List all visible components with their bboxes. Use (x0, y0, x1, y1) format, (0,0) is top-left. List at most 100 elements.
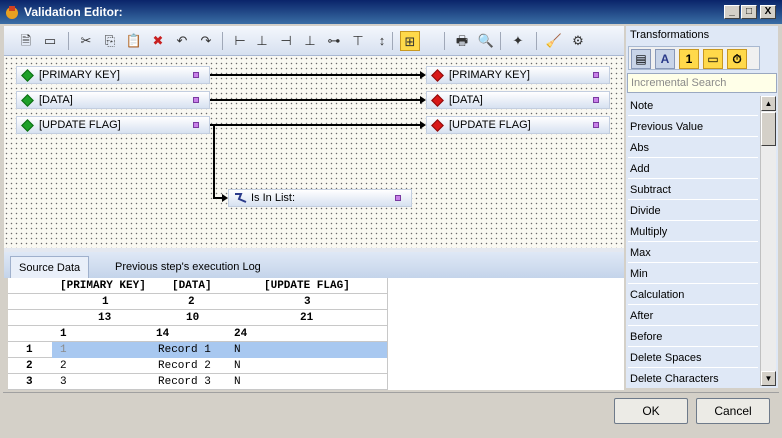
meta-cell: 3 (304, 296, 311, 308)
meta-cell: 13 (98, 312, 112, 324)
meta-cell: 2 (188, 296, 195, 308)
table-row[interactable]: 2 2 Record 2 N (8, 358, 387, 374)
rule-icon (235, 193, 247, 203)
time-transform-icon[interactable]: ⏱ (727, 49, 747, 69)
cell-flag[interactable]: N (234, 358, 241, 374)
source-field-icon (21, 94, 34, 107)
maximize-button[interactable]: □ (741, 5, 757, 19)
list-item[interactable]: After (628, 306, 758, 326)
align-right-icon[interactable]: ⊣ (276, 31, 296, 51)
source-field-icon (21, 119, 34, 132)
port-icon[interactable] (395, 195, 401, 201)
align-left-icon[interactable]: ⊢ (230, 31, 250, 51)
add-icon[interactable]: ▭ (40, 31, 60, 51)
cell-data[interactable]: Record 3 (158, 374, 211, 390)
panel-title: Transformations (630, 29, 710, 41)
source-node-update-flag[interactable]: [UPDATE FLAG] (16, 116, 210, 134)
list-item[interactable]: Before (628, 327, 758, 347)
cell-flag[interactable]: N (234, 374, 241, 390)
port-icon[interactable] (193, 122, 199, 128)
scroll-up-icon[interactable]: ▲ (761, 96, 776, 111)
port-icon[interactable] (193, 97, 199, 103)
table-row[interactable]: 3 3 Record 3 N (8, 374, 387, 390)
cell-flag[interactable]: N (234, 342, 241, 358)
cell-key[interactable]: 2 (60, 358, 67, 374)
rule-node-is-in-list[interactable]: Is In List: (228, 189, 412, 207)
source-node-primary-key[interactable]: [PRIMARY KEY] (16, 66, 210, 84)
print-preview-icon[interactable]: 🔍 (476, 31, 496, 51)
list-item[interactable]: Previous Value (628, 117, 758, 137)
tab-source-data[interactable]: Source Data (10, 256, 90, 278)
source-data-grid[interactable]: [PRIMARY KEY] [DATA] [UPDATE FLAG] 1 2 3… (8, 278, 388, 390)
port-icon[interactable] (593, 72, 599, 78)
meta-cell: 21 (300, 312, 314, 324)
port-icon[interactable] (193, 72, 199, 78)
source-node-label: [PRIMARY KEY] (39, 69, 120, 81)
delete-icon[interactable]: ✖ (148, 31, 168, 51)
list-item[interactable]: Calculation (628, 285, 758, 305)
toolbar-separator (444, 32, 445, 50)
fit-icon[interactable]: ⊞ (400, 31, 420, 51)
port-icon[interactable] (593, 97, 599, 103)
target-node-data[interactable]: [DATA] (426, 91, 610, 109)
auto-layout-icon[interactable]: ⚙ (568, 31, 588, 51)
align-middle-icon[interactable]: ⊶ (324, 31, 344, 51)
toolbar-separator (68, 32, 69, 50)
cell-key[interactable]: 1 (60, 342, 67, 358)
list-item[interactable]: Delete Characters (628, 369, 758, 386)
list-item[interactable]: Note (628, 96, 758, 116)
numeric-transform-icon[interactable]: 1 (679, 49, 699, 69)
minimize-button[interactable]: _ (724, 5, 740, 19)
undo-icon[interactable]: ↶ (172, 31, 192, 51)
list-scrollbar[interactable]: ▲ ▼ (760, 96, 776, 386)
transformations-list: Note Previous Value Abs Add Subtract Divide Mu… (626, 96, 760, 386)
align-center-icon[interactable]: ⊥ (252, 31, 272, 51)
source-node-label: [DATA] (39, 94, 73, 106)
list-view-icon[interactable]: ▤ (631, 49, 651, 69)
scroll-down-icon[interactable]: ▼ (761, 371, 776, 386)
list-item[interactable]: Subtract (628, 180, 758, 200)
list-item[interactable]: Max (628, 243, 758, 263)
cut-icon[interactable]: ✂ (76, 31, 96, 51)
list-item[interactable]: Min (628, 264, 758, 284)
mapping-canvas[interactable]: [PRIMARY KEY] [DATA] [UPDATE FLAG] [PRIM… (4, 56, 624, 248)
paste-icon[interactable]: 📋 (124, 31, 144, 51)
window-title: Validation Editor: (24, 5, 123, 19)
table-row[interactable]: 1 1 Record 1 N (8, 342, 387, 358)
target-node-primary-key[interactable]: [PRIMARY KEY] (426, 66, 610, 84)
list-item[interactable]: Divide (628, 201, 758, 221)
list-item[interactable]: Multiply (628, 222, 758, 242)
properties-icon[interactable]: 🗎 (16, 31, 36, 51)
cell-data[interactable]: Record 2 (158, 358, 211, 374)
incremental-search-input[interactable]: Incremental Search (627, 73, 777, 93)
align-top-icon[interactable]: ⊤ (348, 31, 368, 51)
target-field-icon (431, 94, 444, 107)
target-node-update-flag[interactable]: [UPDATE FLAG] (426, 116, 610, 134)
grid-meta-row: 13 10 21 (8, 310, 387, 326)
redo-icon[interactable]: ↷ (196, 31, 216, 51)
list-item[interactable]: Abs (628, 138, 758, 158)
transformations-panel: Transformations ▤ A 1 ▭ ⏱ Incremental Se… (626, 26, 778, 388)
close-button[interactable]: X (760, 5, 776, 19)
print-icon[interactable]: 🖶 (452, 31, 472, 51)
add-item-icon[interactable]: ✦ (508, 31, 528, 51)
cell-data[interactable]: Record 1 (158, 342, 211, 358)
port-icon[interactable] (593, 122, 599, 128)
cancel-button[interactable]: Cancel (696, 398, 770, 424)
cell-key[interactable]: 3 (60, 374, 67, 390)
source-node-data[interactable]: [DATA] (16, 91, 210, 109)
target-field-icon (431, 119, 444, 132)
source-field-icon (21, 69, 34, 82)
ok-button[interactable]: OK (614, 398, 688, 424)
list-item[interactable]: Add (628, 159, 758, 179)
text-transform-icon[interactable]: A (655, 49, 675, 69)
scroll-thumb[interactable] (761, 112, 776, 146)
copy-icon[interactable]: ⎘ (100, 31, 120, 51)
align-bottom-icon[interactable]: ⊥ (300, 31, 320, 51)
same-height-icon[interactable]: ↕ (372, 31, 392, 51)
list-item[interactable]: Delete Spaces (628, 348, 758, 368)
tab-execution-log[interactable]: Previous step's execution Log (107, 256, 269, 278)
clear-icon[interactable]: 🧹 (544, 31, 564, 51)
row-number: 2 (26, 360, 33, 372)
date-transform-icon[interactable]: ▭ (703, 49, 723, 69)
